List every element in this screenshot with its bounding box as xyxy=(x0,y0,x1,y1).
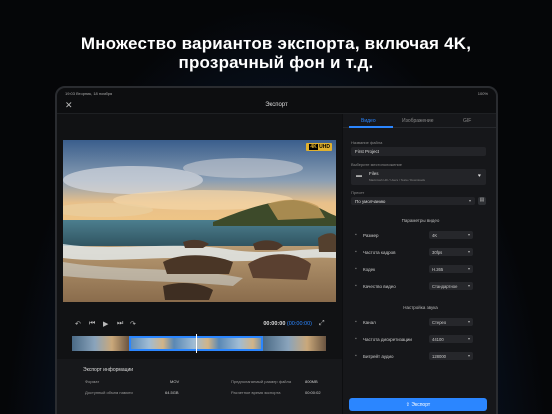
video-preview: 4K UHD xyxy=(63,140,336,302)
export-info-title: Экспорт информации xyxy=(83,367,134,373)
timeline-clip xyxy=(72,336,129,351)
quality-icon: ▪ xyxy=(355,283,357,289)
nav-bar: ✕ Экспорт xyxy=(57,98,496,114)
play-icon[interactable]: ▶ xyxy=(103,320,108,328)
folder-icon: ▬ xyxy=(356,173,362,179)
headline-line2: прозрачный фон и т.д. xyxy=(178,53,374,72)
info-row-export-time: Расчетное время экспорта 00:00:02 xyxy=(231,390,321,395)
export-info-panel: Экспорт информации Формат MOV Предполагае… xyxy=(57,359,342,414)
samplerate-icon: ▪ xyxy=(355,336,357,342)
settings-panel: Видео Изображение GIF Название файла Fir… xyxy=(343,114,496,414)
tab-video[interactable]: Видео xyxy=(361,118,376,124)
samplerate-select[interactable]: 44100 ▾ xyxy=(429,335,473,343)
codec-select[interactable]: H.265 ▾ xyxy=(429,265,473,273)
param-row-codec[interactable]: ▪ Кодек H.265 ▾ xyxy=(355,265,485,274)
param-row-samplerate[interactable]: ▪ Частота дискретизации 44100 ▾ xyxy=(355,335,485,344)
preset-select[interactable]: По умолчанию ▾ xyxy=(351,197,475,205)
skip-back-icon[interactable]: ⏮ xyxy=(89,320,95,328)
preset-label: Пресет xyxy=(351,190,365,195)
size-icon: ▪ xyxy=(355,232,357,238)
param-row-quality[interactable]: ▪ Качество видео Стандартное ▾ xyxy=(355,282,485,291)
undo-icon[interactable]: ↶ xyxy=(75,320,81,328)
fullscreen-icon[interactable]: ⤢ xyxy=(319,320,325,328)
save-preset-icon[interactable]: ▤ xyxy=(478,197,486,205)
video-params-title: Параметры видео xyxy=(401,218,440,223)
location-picker[interactable]: ▬ Files Macintosh HD / Users / Tesla / D… xyxy=(351,169,486,185)
page-title: Экспорт xyxy=(265,102,288,108)
location-title: Files xyxy=(369,171,379,176)
param-row-channel[interactable]: ▪ Канал Стерео ▾ xyxy=(355,318,485,327)
info-row-storage: Доступный объем памяти 64.5GB xyxy=(85,390,179,395)
framerate-icon: ▪ xyxy=(355,249,357,255)
info-row-format: Формат MOV xyxy=(85,379,180,384)
redo-icon[interactable]: ↷ xyxy=(130,320,136,328)
tab-bar: Видео Изображение GIF xyxy=(343,114,496,128)
status-bar: 19:03 Вторник, 18 ноября 100% xyxy=(57,88,496,98)
param-row-framerate[interactable]: ▪ Частота кадров 30fps ▾ xyxy=(355,248,485,257)
timecode: 00:00:00 (00:00:00) xyxy=(263,321,312,327)
chevron-down-icon: ▾ xyxy=(468,198,471,203)
tab-image[interactable]: Изображение xyxy=(402,118,434,124)
bitrate-select[interactable]: 128000 ▾ xyxy=(429,352,473,360)
bitrate-icon: ▪ xyxy=(355,353,357,359)
battery-indicator: 100% xyxy=(477,91,488,96)
audio-params-title: Настройка звука xyxy=(403,305,438,310)
codec-icon: ▪ xyxy=(355,266,357,272)
export-button[interactable]: ⇪ Экспорт xyxy=(349,398,487,411)
export-button-label: Экспорт xyxy=(411,402,431,408)
file-name-label: Название файла xyxy=(351,140,383,145)
location-path: Macintosh HD / Users / Tesla / Downloads xyxy=(369,178,425,182)
uhd-badge: 4K UHD xyxy=(306,143,332,151)
preview-pane: 4K UHD ↶ ⏮ ▶ ⏭ ↷ 00:00:00 (00:00:00) ⤢ Э… xyxy=(57,114,342,414)
heart-icon[interactable]: ♥ xyxy=(478,173,481,179)
channel-select[interactable]: Стерео ▾ xyxy=(429,318,473,326)
status-time: 19:03 Вторник, 18 ноября xyxy=(65,91,113,96)
share-icon: ⇪ xyxy=(405,402,410,408)
param-row-size[interactable]: ▪ Размер 4K ▾ xyxy=(355,231,485,240)
timeline-clip xyxy=(263,336,326,351)
size-select[interactable]: 4K ▾ xyxy=(429,231,473,239)
framerate-select[interactable]: 30fps ▾ xyxy=(429,248,473,256)
quality-select[interactable]: Стандартное ▾ xyxy=(429,282,473,290)
tab-underline xyxy=(349,126,393,128)
preset-value: По умолчанию xyxy=(355,199,386,204)
beach-sunset-image xyxy=(63,140,336,302)
info-row-file-size: Предполагаемый размер файла 800MB xyxy=(231,379,318,384)
skip-forward-icon[interactable]: ⏭ xyxy=(117,320,123,328)
timeline[interactable] xyxy=(72,334,326,353)
file-name-input[interactable]: First Project xyxy=(351,147,486,156)
tablet-frame: 19:03 Вторник, 18 ноября 100% ✕ Экспорт xyxy=(55,86,498,414)
channel-icon: ▪ xyxy=(355,319,357,325)
location-label: Выберите местоположение xyxy=(351,162,403,167)
tab-gif[interactable]: GIF xyxy=(463,118,471,124)
playhead[interactable] xyxy=(196,334,197,353)
playback-controls: ↶ ⏮ ▶ ⏭ ↷ 00:00:00 (00:00:00) ⤢ xyxy=(57,318,342,334)
param-row-bitrate[interactable]: ▪ Битрейт аудио 128000 ▾ xyxy=(355,352,485,361)
